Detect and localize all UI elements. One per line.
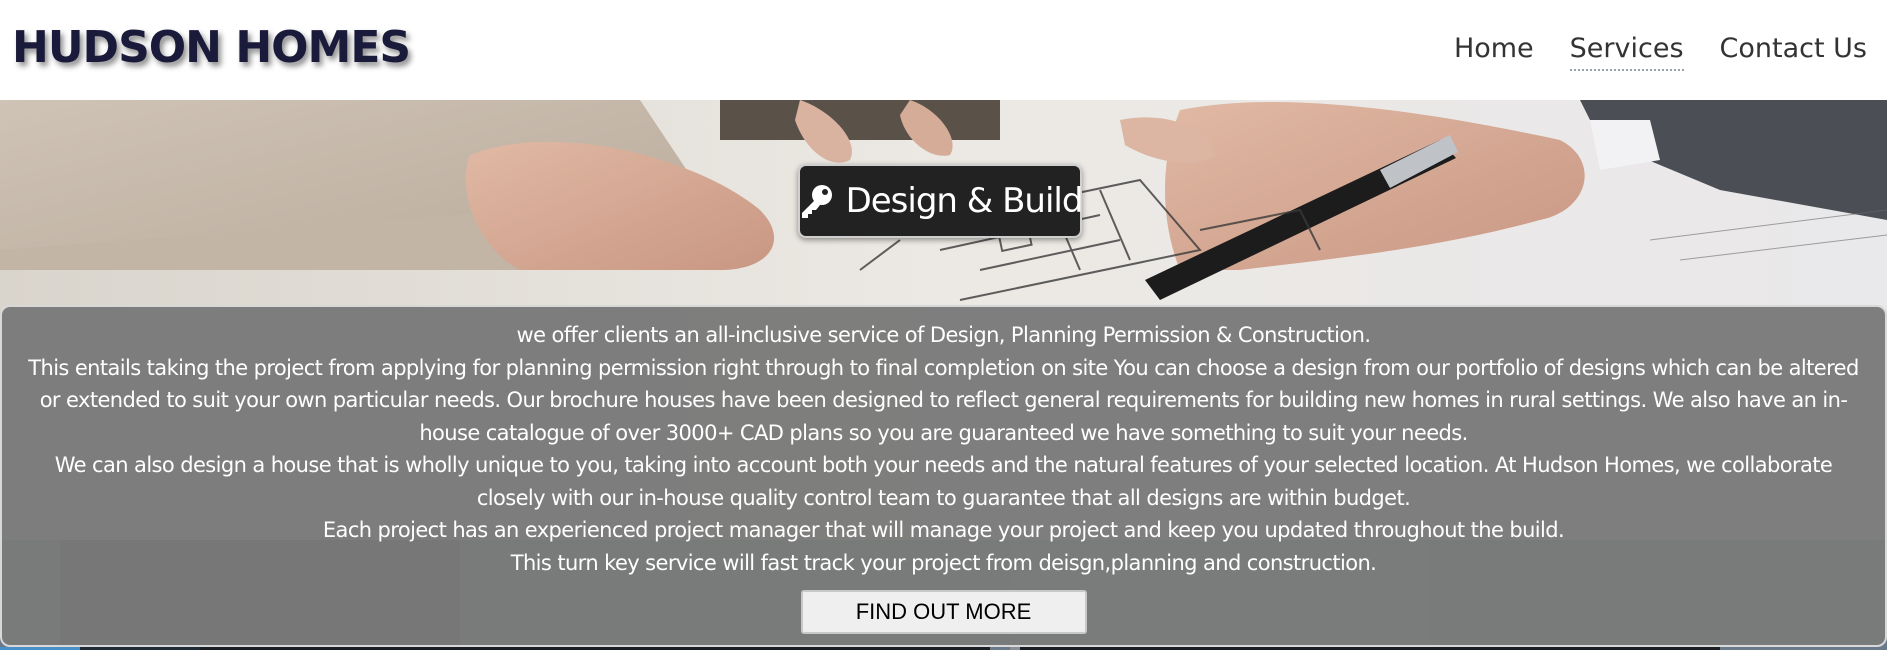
nav-home-link[interactable]: Home bbox=[1454, 30, 1534, 71]
nav-contact-link[interactable]: Contact Us bbox=[1720, 30, 1867, 71]
badge-title: Design & Build bbox=[845, 181, 1084, 221]
planning-paragraph: This entails taking the project from app… bbox=[28, 355, 1859, 445]
brand-logo[interactable]: HUDSON HOMES bbox=[12, 22, 411, 73]
main-nav: Home Services Contact Us bbox=[1454, 30, 1867, 71]
key-icon bbox=[798, 183, 834, 219]
nav-services-link[interactable]: Services bbox=[1569, 30, 1684, 71]
intro-paragraph: we offer clients an all-inclusive servic… bbox=[516, 323, 1372, 347]
find-out-more-button[interactable]: FIND OUT MORE bbox=[800, 590, 1087, 634]
project-manager-paragraph: Each project has an experienced project … bbox=[322, 518, 1565, 542]
hero-section: Design & Build we offer clients an all-i… bbox=[0, 100, 1887, 650]
design-build-badge: Design & Build bbox=[798, 164, 1084, 238]
unique-design-paragraph: We can also design a house that is wholl… bbox=[54, 453, 1833, 510]
turnkey-paragraph: This turn key service will fast track yo… bbox=[510, 550, 1377, 575]
services-info-panel: we offer clients an all-inclusive servic… bbox=[0, 305, 1887, 647]
page: HUDSON HOMES Home Services Contact Us De… bbox=[0, 0, 1887, 650]
site-header: HUDSON HOMES Home Services Contact Us bbox=[0, 0, 1887, 100]
